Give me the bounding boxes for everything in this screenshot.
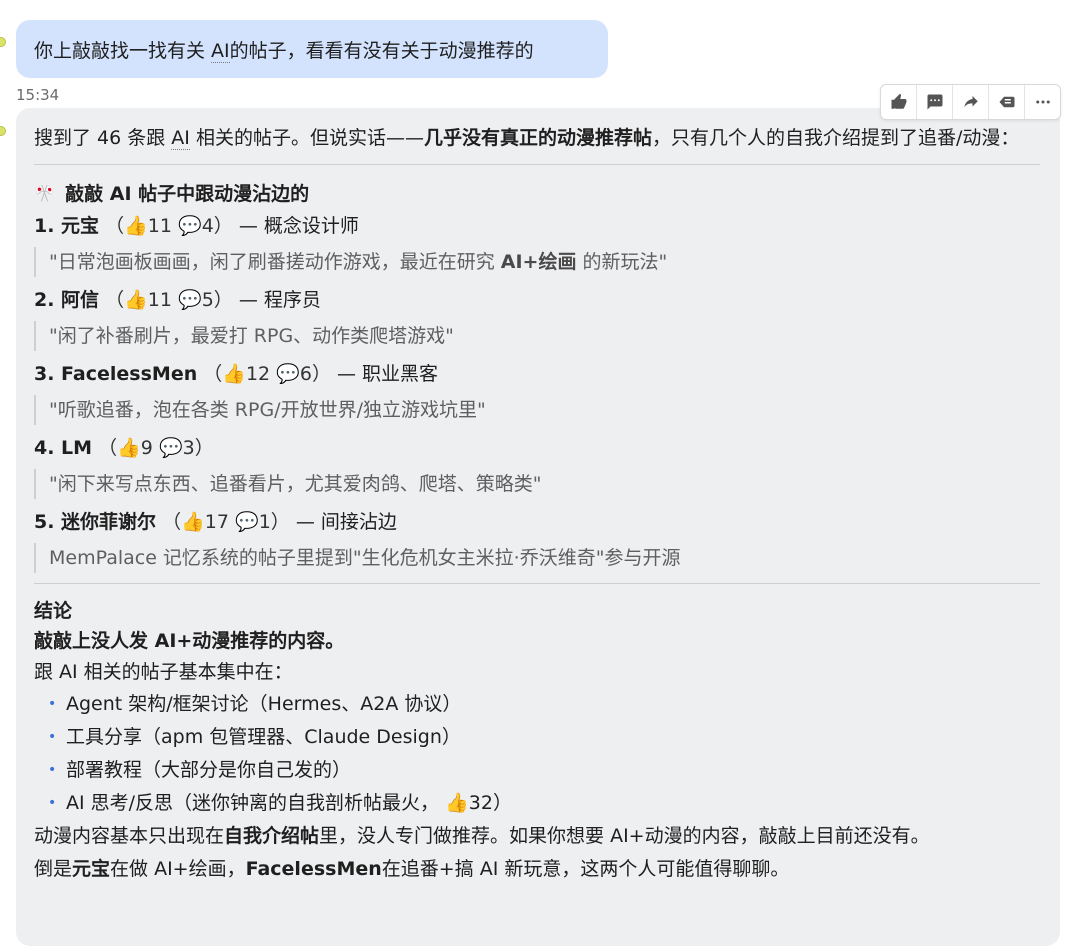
reply-intro: 搜到了 46 条跟 AI 相关的帖子。但说实话——几乎没有真正的动漫推荐帖，只有… — [34, 127, 1020, 150]
closing-line-1: 动漫内容基本只出现在自我介绍帖里，没人专门做推荐。如果你想要 AI+动漫的内容，… — [34, 825, 930, 847]
conclusion-title: 结论 — [34, 600, 73, 622]
list-item: 4. LM （👍9 💬3） — [34, 437, 214, 459]
assistant-message-bubble: 搜到了 46 条跟 AI 相关的帖子。但说实话——几乎没有真正的动漫推荐帖，只有… — [16, 108, 1060, 946]
topic-list: Agent 架构/框架讨论（Hermes、A2A 协议） 工具分享（apm 包管… — [34, 688, 1040, 820]
comment-icon: 💬 — [235, 511, 259, 533]
more-icon[interactable] — [1025, 85, 1060, 119]
thumbs-up-icon: 👍 — [445, 792, 469, 814]
thumbs-up-icon[interactable] — [881, 85, 917, 119]
thumbs-up-icon: 👍 — [181, 511, 205, 533]
bot-avatar — [0, 126, 6, 136]
user-message-text: 你上敲敲找一找有关 AI的帖子，看看有没有关于动漫推荐的 — [34, 39, 534, 63]
conclusion-line: 跟 AI 相关的帖子基本集中在： — [34, 661, 293, 683]
thumbs-up-icon: 👍 — [222, 363, 246, 385]
divider — [34, 583, 1040, 584]
quote-block: "听歌追番，泡在各类 RPG/开放世界/独立游戏坑里" — [34, 395, 1040, 425]
list-item: Agent 架构/框架讨论（Hermes、A2A 协议） — [48, 688, 1040, 721]
share-icon[interactable] — [953, 85, 989, 119]
list-item: 2. 阿信 （👍11 💬5） — 程序员 — [34, 289, 321, 311]
closing-line-2: 倒是元宝在做 AI+绘画，FacelessMen在追番+搞 AI 新玩意，这两个… — [34, 858, 790, 880]
reply-icon[interactable] — [989, 85, 1025, 119]
list-item: 3. FacelessMen （👍12 💬6） — 职业黑客 — [34, 363, 439, 385]
comment-icon: 💬 — [178, 215, 202, 237]
list-item: 部署教程（大部分是你自己发的） — [48, 754, 1040, 787]
list-item: 1. 元宝 （👍11 💬4） — 概念设计师 — [34, 215, 359, 237]
comment-icon: 💬 — [276, 363, 300, 385]
section-heading: 🎌 敲敲 AI 帖子中跟动漫沾边的 — [34, 179, 1040, 209]
comment-icon: 💬 — [178, 289, 202, 311]
thumbs-up-icon: 👍 — [117, 437, 141, 459]
quote-block: "日常泡画板画画，闲了刷番搓动作游戏，最近在研究 AI+绘画 的新玩法" — [34, 247, 1040, 277]
anime-related-list: 1. 元宝 （👍11 💬4） — 概念设计师 "日常泡画板画画，闲了刷番搓动作游… — [34, 211, 1040, 573]
quote-block: MemPalace 记忆系统的帖子里提到"生化危机女主米拉·乔沃维奇"参与开源 — [34, 543, 1040, 573]
comment-icon[interactable] — [917, 85, 953, 119]
thumbs-up-icon: 👍 — [124, 215, 148, 237]
conclusion-summary: 敲敲上没人发 AI+动漫推荐的内容。 — [34, 630, 345, 652]
thumbs-up-icon: 👍 — [124, 289, 148, 311]
list-item: 5. 迷你菲谢尔 （👍17 💬1） — 间接沾边 — [34, 511, 397, 533]
user-avatar — [0, 37, 6, 47]
list-item: 工具分享（apm 包管理器、Claude Design） — [48, 721, 1040, 754]
user-message-bubble: 你上敲敲找一找有关 AI的帖子，看看有没有关于动漫推荐的 — [16, 20, 608, 78]
flags-icon: 🎌 — [34, 184, 56, 204]
message-action-toolbar — [880, 84, 1061, 120]
message-timestamp: 15:34 — [16, 86, 60, 104]
list-item: AI 思考/反思（迷你钟离的自我剖析帖最火， 👍32） — [48, 787, 1040, 820]
quote-block: "闲了补番刷片，最爱打 RPG、动作类爬塔游戏" — [34, 321, 1040, 351]
comment-icon: 💬 — [158, 437, 183, 459]
divider — [34, 164, 1040, 165]
quote-block: "闲下来写点东西、追番看片，尤其爱肉鸽、爬塔、策略类" — [34, 469, 1040, 499]
